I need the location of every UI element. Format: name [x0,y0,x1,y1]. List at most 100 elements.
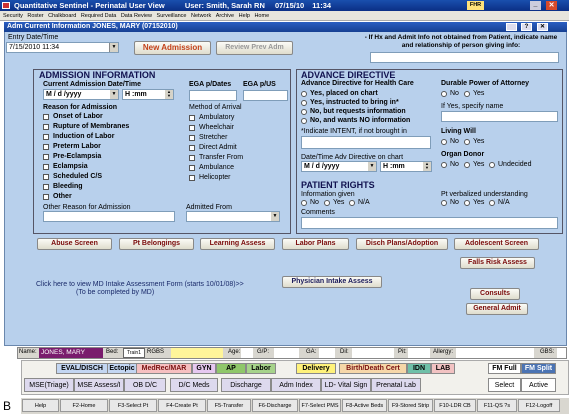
help-icon[interactable]: ? [521,23,532,31]
adm-date-input[interactable]: M / d /yyyy ▼ [43,89,119,100]
close-button[interactable]: ✕ [546,1,557,10]
fm-active-button[interactable]: Active [521,378,556,392]
chevron-down-icon[interactable]: ▼ [368,162,376,171]
fkey-f6[interactable]: F6-Discharge [252,399,298,412]
pv-no-radio[interactable] [441,200,447,206]
tab-gyn[interactable]: GYN [192,363,216,374]
fm-select-button[interactable]: Select [488,378,521,392]
reason-checkbox[interactable] [43,154,49,160]
pt-belongings-button[interactable]: Pt Belongings [119,238,194,250]
menu-security[interactable]: Security [3,13,23,19]
chevron-down-icon[interactable]: ▼ [110,90,118,99]
ega-us-input[interactable] [243,90,288,101]
spinner-icon[interactable]: ▲ ▼ [423,162,431,171]
fm-full-button[interactable]: FM Full [488,363,521,374]
tab-mse-triage[interactable]: MSE(Triage) [24,378,74,392]
od-no-radio[interactable] [441,162,447,168]
disch-plans-button[interactable]: Disch Plans/Adoption [356,238,448,250]
reason-checkbox[interactable] [43,184,49,190]
fkey-f7[interactable]: F7-Select PMS [299,399,341,412]
reason-checkbox[interactable] [43,124,49,130]
entry-datetime-select[interactable]: 7/15/2010 11:34 ▼ [6,42,119,53]
md-intake-text[interactable]: Click here to view MD Intake Assessment … [36,281,244,288]
menu-network[interactable]: Network [191,13,211,19]
fkey-f8[interactable]: F8-Active Beds [342,399,387,412]
adm-time-input[interactable]: H :mm ▲ ▼ [122,89,174,100]
abuse-screen-button[interactable]: Abuse Screen [37,238,112,250]
menu-required-data[interactable]: Required Data [81,13,116,19]
arrival-checkbox[interactable] [189,125,195,131]
tab-birth-death-cert[interactable]: Birth/Death Cert [339,363,407,374]
fkey-f4[interactable]: F4-Create Pt [158,399,206,412]
adv-time-input[interactable]: H :mm ▲ ▼ [380,161,432,172]
ad-radio[interactable] [301,118,307,124]
fkey-f3[interactable]: F3-Select Pt [109,399,157,412]
arrival-checkbox[interactable] [189,165,195,171]
tab-idn[interactable]: IDN [407,363,431,374]
learning-assess-button[interactable]: Learning Assess [200,238,275,250]
menu-help[interactable]: Help [239,13,250,19]
info-giver-input[interactable] [370,52,559,63]
reason-checkbox[interactable] [43,164,49,170]
arrival-checkbox[interactable] [189,155,195,161]
reason-checkbox[interactable] [43,134,49,140]
adolescent-screen-button[interactable]: Adolescent Screen [454,238,539,250]
fkey-f9[interactable]: F9-Stored Strip [388,399,433,412]
tab-ob-dc[interactable]: OB D/C [124,378,166,392]
comments-input[interactable] [301,217,558,229]
tab-delivery[interactable]: Delivery [296,363,336,374]
review-prev-button[interactable]: Review Prev Adm [216,41,293,55]
tab-ap[interactable]: AP [216,363,246,374]
reason-checkbox[interactable] [43,114,49,120]
od-undecided-radio[interactable] [489,162,495,168]
falls-risk-button[interactable]: Falls Risk Assess [460,257,535,269]
labor-plans-button[interactable]: Labor Plans [282,238,349,250]
other-reason-input[interactable] [43,211,175,222]
lw-yes-radio[interactable] [464,139,470,145]
tab-ectopic[interactable]: Ectopic [107,363,137,374]
menu-data-review[interactable]: Data Review [121,13,152,19]
tab-prenatal-lab[interactable]: Prenatal Lab [371,378,421,392]
reason-checkbox[interactable] [43,144,49,150]
tab-medrec-mar[interactable]: MedRec/MAR [136,363,192,374]
ig-yes-radio[interactable] [324,200,330,206]
tab-eval-disch[interactable]: EVAL/DISCH [56,363,108,374]
chevron-down-icon[interactable]: ▼ [271,212,279,221]
specify-input[interactable] [441,111,558,122]
pv-na-radio[interactable] [489,200,495,206]
spinner-icon[interactable]: ▲ ▼ [165,90,173,99]
ad-radio[interactable] [301,91,307,97]
general-admit-button[interactable]: General Admit [466,303,528,315]
dpa-yes-radio[interactable] [464,91,470,97]
physician-intake-button[interactable]: Physician Intake Assess [282,276,382,288]
menu-archive[interactable]: Archive [216,13,234,19]
fm-split-button[interactable]: FM Split [521,363,556,374]
reason-checkbox[interactable] [43,194,49,200]
menu-chalkboard[interactable]: Chalkboard [48,13,76,19]
print-icon[interactable] [506,23,517,31]
ig-na-radio[interactable] [349,200,355,206]
tab-discharge[interactable]: Discharge [221,378,271,392]
ega-dates-input[interactable] [189,90,237,101]
tab-labor[interactable]: Labor [246,363,276,374]
reason-checkbox[interactable] [43,174,49,180]
tab-lab[interactable]: LAB [431,363,455,374]
tab-mse-assess[interactable]: MSE Assess/I [74,378,124,392]
minimize-button[interactable]: _ [530,1,541,10]
ig-no-radio[interactable] [301,200,307,206]
fkey-f2[interactable]: F2-Home [60,399,108,412]
menu-roster[interactable]: Roster [27,13,43,19]
admitted-from-select[interactable]: ▼ [186,211,280,222]
arrival-checkbox[interactable] [189,145,195,151]
ad-radio[interactable] [301,109,307,115]
fkey-f12[interactable]: F12-Logoff [518,399,560,412]
menu-surveillance[interactable]: Surveillance [157,13,187,19]
fkey-help[interactable]: Help [22,399,59,412]
adv-date-input[interactable]: M / d /yyyy ▼ [301,161,377,172]
pv-yes-radio[interactable] [464,200,470,206]
tab-adm-index[interactable]: Adm Index [271,378,321,392]
fhr-badge[interactable]: FHR [467,1,484,10]
consults-button[interactable]: Consults [470,288,520,300]
intent-input[interactable] [301,136,431,149]
fkey-f10[interactable]: F10-LDR CB [434,399,476,412]
